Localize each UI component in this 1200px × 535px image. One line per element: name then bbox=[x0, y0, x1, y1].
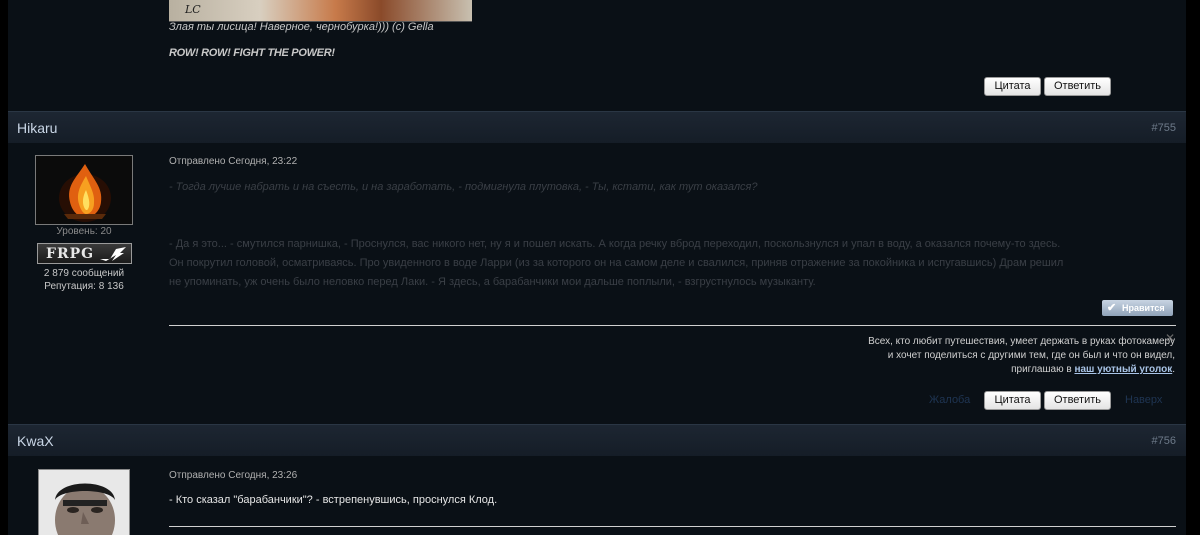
signature-divider bbox=[169, 325, 1176, 326]
user-level: Уровень: 20 bbox=[56, 226, 112, 237]
post-author-link[interactable]: Hikaru bbox=[17, 120, 57, 136]
post-paragraph: - Тогда лучше набрать и на съесть, и на … bbox=[169, 181, 758, 193]
back-to-top-link[interactable]: Наверх bbox=[1125, 394, 1162, 406]
signature-link[interactable]: наш уютный уголок bbox=[1074, 364, 1172, 375]
check-icon: ✔ bbox=[1107, 302, 1117, 314]
reply-button[interactable]: Ответить bbox=[1044, 391, 1111, 410]
quote-button[interactable]: Цитата bbox=[984, 77, 1041, 96]
signature-line: Всех, кто любит путешествия, умеет держа… bbox=[868, 336, 1175, 347]
post-paragraph-line: Он покрутил головой, осматриваясь. Про у… bbox=[169, 257, 1064, 269]
like-button[interactable]: ✔ Нравится bbox=[1102, 300, 1173, 316]
post-header: Hikaru #755 bbox=[8, 111, 1186, 143]
post-number-link[interactable]: #756 bbox=[1152, 435, 1176, 447]
badge-text: FRPG bbox=[46, 246, 95, 262]
post-paragraph-line: не упоминать, уж очень было неловко пере… bbox=[169, 276, 816, 288]
signature-text: . bbox=[1172, 364, 1175, 375]
frpg-badge: FRPG bbox=[37, 243, 132, 264]
badge-emblem-icon bbox=[98, 245, 128, 266]
message-count: 2 879 сообщений bbox=[43, 268, 125, 279]
signature-banner-image: LC bbox=[169, 0, 472, 22]
post-header: KwaX #756 bbox=[8, 424, 1186, 456]
signature-divider bbox=[169, 526, 1176, 527]
post-date: Отправлено Сегодня, 23:22 bbox=[169, 156, 298, 167]
signature: Всех, кто любит путешествия, умеет держа… bbox=[868, 335, 1175, 377]
reputation: Репутация: 8 136 bbox=[44, 281, 124, 292]
signature-line: и хочет поделиться с другими тем, где он… bbox=[887, 350, 1175, 361]
report-link[interactable]: Жалоба bbox=[929, 394, 970, 406]
avatar[interactable] bbox=[35, 155, 133, 225]
prev-signature-line1: Злая ты лисица! Наверное, чернобурка!)))… bbox=[169, 21, 434, 33]
like-label: Нравится bbox=[1122, 303, 1165, 313]
post-date: Отправлено Сегодня, 23:26 bbox=[169, 470, 298, 481]
prev-signature-line2: ROW! ROW! FIGHT THE POWER! bbox=[169, 47, 335, 59]
post-number-link[interactable]: #755 bbox=[1152, 122, 1176, 134]
reply-button[interactable]: Ответить bbox=[1044, 77, 1111, 96]
banner-text: LC bbox=[185, 3, 201, 16]
avatar[interactable] bbox=[38, 469, 130, 535]
signature-text: приглашаю в bbox=[1011, 364, 1075, 375]
post-message: - Кто сказал "барабанчики"? - встрепенув… bbox=[169, 494, 498, 506]
post-author-link[interactable]: KwaX bbox=[17, 433, 54, 449]
quote-button[interactable]: Цитата bbox=[984, 391, 1041, 410]
signature-line: приглашаю в наш уютный уголок. bbox=[868, 363, 1175, 377]
post-paragraph-line: - Да я это... - смутился парнишка, - Про… bbox=[169, 238, 1061, 250]
